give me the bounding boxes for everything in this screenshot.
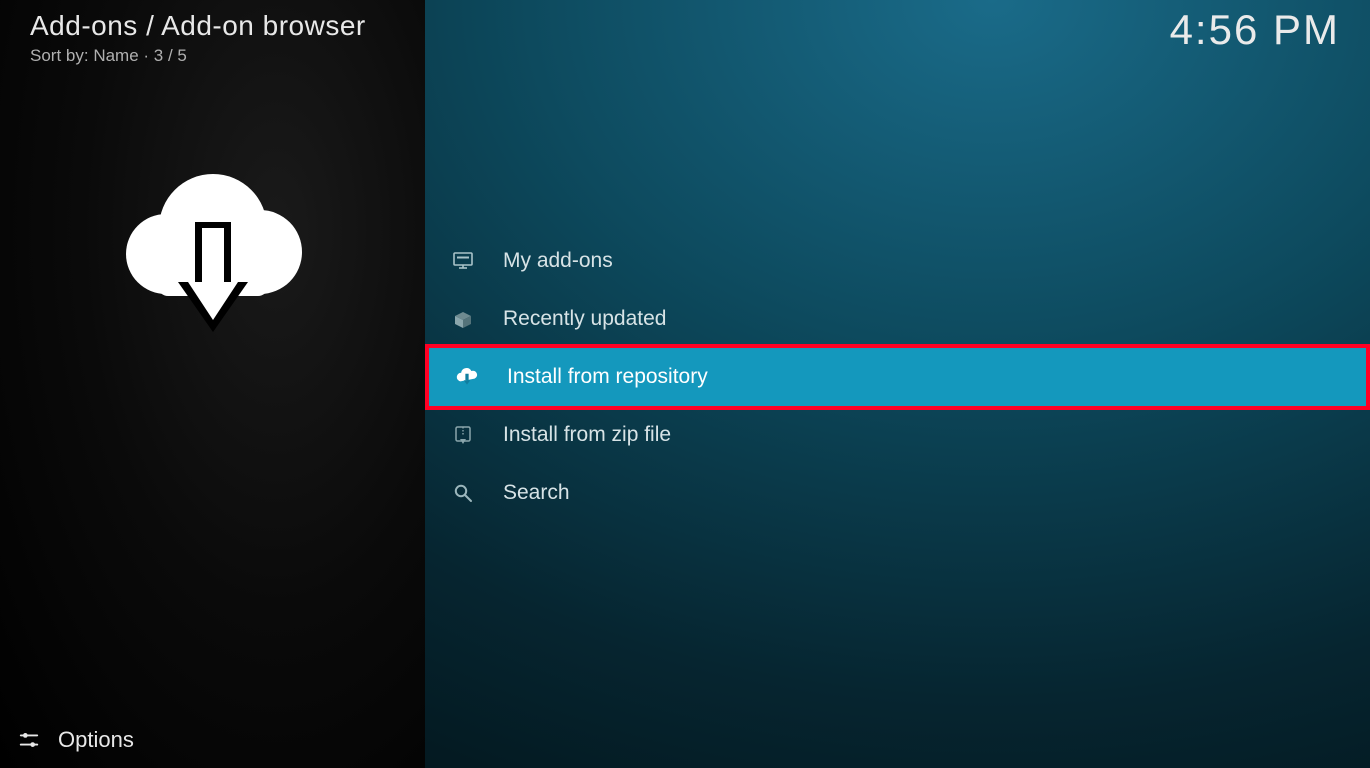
monitor-icon: [449, 247, 477, 275]
sort-info: Sort by: Name · 3 / 5: [30, 46, 395, 66]
box-open-icon: [449, 305, 477, 333]
main-panel: 4:56 PM My add-ons: [425, 0, 1370, 768]
zip-download-icon: [449, 421, 477, 449]
sidebar: Add-ons / Add-on browser Sort by: Name ·…: [0, 0, 425, 768]
cloud-download-icon: [108, 150, 318, 350]
menu-item-label: Install from repository: [507, 365, 708, 389]
sort-separator: ·: [139, 46, 154, 65]
addon-menu: My add-ons Recently updated: [425, 232, 1370, 522]
list-position: 3 / 5: [154, 46, 187, 65]
sort-value: Name: [93, 46, 138, 65]
menu-item-label: My add-ons: [503, 249, 613, 273]
menu-item-label: Search: [503, 481, 570, 505]
menu-item-label: Install from zip file: [503, 423, 671, 447]
breadcrumb: Add-ons / Add-on browser: [30, 10, 395, 42]
search-icon: [449, 479, 477, 507]
menu-item-install-from-zip[interactable]: Install from zip file: [425, 406, 1370, 464]
menu-item-label: Recently updated: [503, 307, 666, 331]
sort-prefix: Sort by:: [30, 46, 93, 65]
cloud-download-icon: [453, 363, 481, 391]
menu-item-install-from-repository[interactable]: Install from repository: [425, 344, 1370, 410]
options-icon: [18, 729, 40, 751]
options-label: Options: [58, 727, 134, 753]
sidebar-header: Add-ons / Add-on browser Sort by: Name ·…: [0, 0, 425, 66]
menu-item-my-addons[interactable]: My add-ons: [425, 232, 1370, 290]
menu-item-search[interactable]: Search: [425, 464, 1370, 522]
app-root: Add-ons / Add-on browser Sort by: Name ·…: [0, 0, 1370, 768]
menu-item-recently-updated[interactable]: Recently updated: [425, 290, 1370, 348]
clock: 4:56 PM: [1170, 6, 1340, 54]
options-button[interactable]: Options: [0, 712, 425, 768]
